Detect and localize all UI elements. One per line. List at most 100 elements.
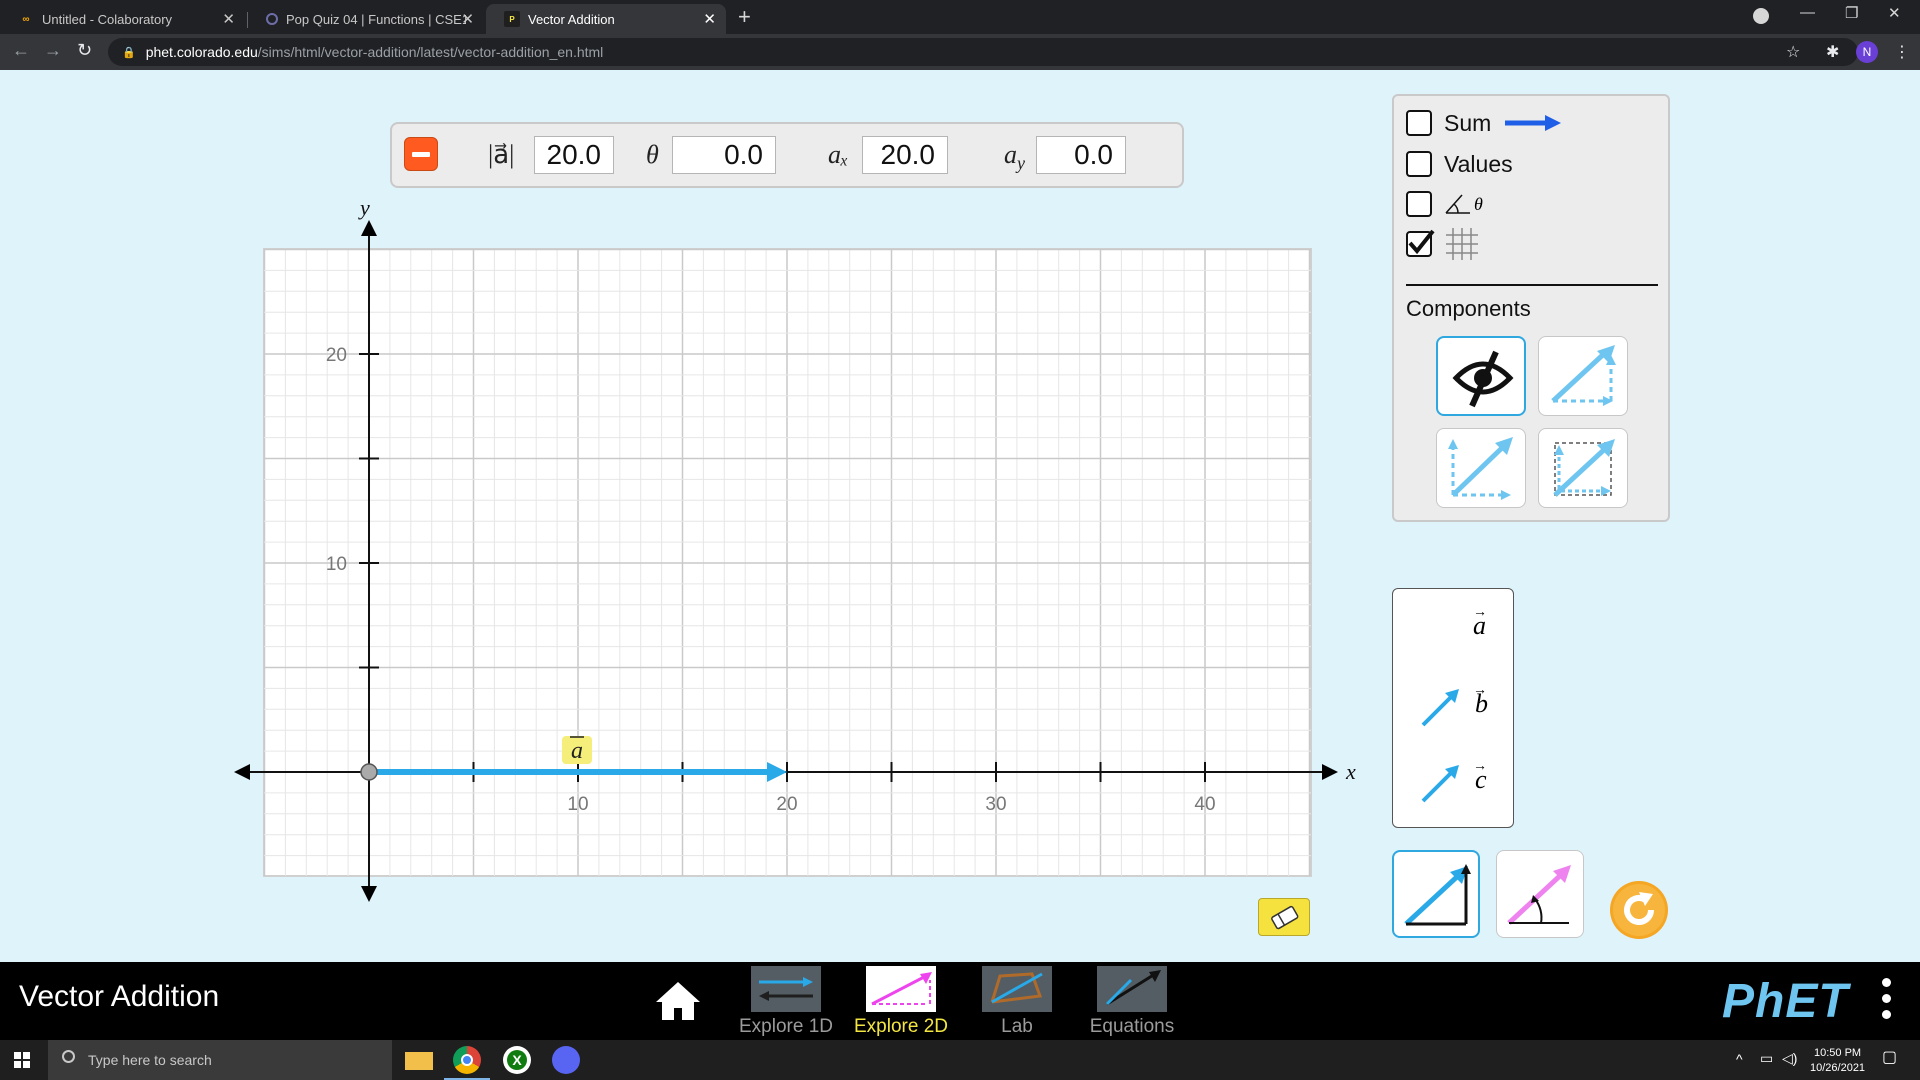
y-axis-bottom-arrowhead (361, 886, 377, 902)
network-icon[interactable]: ▭ (1760, 1051, 1773, 1066)
restore-button[interactable]: ❐ (1845, 4, 1858, 22)
address-bar: ← → ↻ 🔒 phet.colorado.edu /sims/html/vec… (0, 34, 1920, 70)
windows-taskbar: Type here to search X ^ ▭ ◁) 10:50 PM 10… (0, 1040, 1920, 1080)
phet-menu-icon[interactable] (1882, 978, 1894, 1026)
reset-button-highlight (1613, 884, 1665, 936)
new-tab-button[interactable]: + (738, 4, 751, 30)
angle-checkbox[interactable] (1406, 191, 1432, 217)
tab-pop-quiz[interactable]: Pop Quiz 04 | Functions | CSE111 ✕ (248, 4, 484, 34)
windows-start-icon[interactable] (14, 1052, 30, 1068)
components-title: Components (1406, 296, 1531, 321)
minimize-button[interactable]: — (1800, 4, 1815, 21)
components-axis-button[interactable] (1538, 428, 1628, 508)
profile-avatar[interactable]: N (1856, 41, 1878, 63)
clock[interactable]: 10:50 PM 10/26/2021 (1810, 1046, 1865, 1076)
components-parallelogram-button[interactable] (1436, 428, 1526, 508)
chrome-icon[interactable] (453, 1046, 481, 1074)
screen-explore-1d[interactable]: Explore 1D (731, 966, 841, 1038)
screen-explore-2d[interactable]: Explore 2D (846, 966, 956, 1038)
components-triangle-button[interactable] (1538, 336, 1628, 416)
volume-icon[interactable]: ◁) (1782, 1051, 1797, 1066)
reload-icon[interactable]: ↻ (77, 40, 92, 61)
search-icon (62, 1050, 75, 1063)
url-field[interactable]: 🔒 phet.colorado.edu /sims/html/vector-ad… (108, 38, 1858, 66)
cartesian-vector-button[interactable] (1392, 850, 1480, 938)
components-hidden-button[interactable] (1436, 336, 1526, 416)
x-tick-label: 10 (567, 794, 588, 815)
cartesian-vector-icon (1404, 864, 1471, 926)
x-axis-left-arrowhead (234, 764, 250, 780)
bookmark-star-icon[interactable]: ☆ (1786, 42, 1800, 62)
x-axis-right-arrowhead (1322, 764, 1338, 780)
tray-chevron-icon[interactable]: ^ (1736, 1052, 1743, 1067)
close-tab-icon[interactable]: ✕ (461, 10, 474, 28)
y-tick-label: 20 (326, 345, 347, 366)
vector-b-arrow-icon[interactable] (1419, 685, 1463, 729)
close-tab-icon[interactable]: ✕ (222, 10, 235, 28)
graph-area[interactable]: 10 20 30 40 10 20 x y a (0, 70, 1400, 962)
vector-a-slot-arrow: → (1473, 603, 1487, 619)
x-tick-label: 40 (1194, 794, 1215, 815)
equations-thumbnail (1097, 966, 1167, 1012)
components-axis-icon (1448, 437, 1513, 500)
xbox-icon[interactable]: X (503, 1046, 531, 1074)
values-checkbox-row[interactable]: Values (1406, 149, 1513, 179)
close-window-button[interactable]: ✕ (1888, 4, 1901, 22)
vector-c-arrow-icon[interactable] (1419, 761, 1463, 805)
loading-icon (266, 13, 278, 25)
sum-checkbox[interactable] (1406, 110, 1432, 136)
sim-navigation-bar: Vector Addition Explore 1D Explore 2D La… (0, 962, 1920, 1040)
vector-a-label: a (571, 738, 583, 764)
x-tick-label: 20 (776, 794, 797, 815)
screen-lab[interactable]: Lab (962, 966, 1072, 1038)
screen-label: Lab (1001, 1016, 1033, 1037)
grid-checkbox-row[interactable] (1406, 228, 1480, 260)
screen-equations[interactable]: Equations (1077, 966, 1187, 1038)
y-axis-top-arrowhead (361, 220, 377, 236)
eye-hidden-icon (1452, 350, 1514, 408)
sum-label: Sum (1444, 109, 1492, 136)
notifications-icon[interactable]: ▢ (1882, 1050, 1897, 1066)
clock-date: 10/26/2021 (1810, 1062, 1866, 1074)
lab-thumbnail (982, 966, 1052, 1012)
close-tab-icon[interactable]: ✕ (703, 10, 716, 28)
values-checkbox[interactable] (1406, 151, 1432, 177)
eraser-button[interactable] (1258, 898, 1310, 936)
grid-checkbox[interactable] (1406, 229, 1435, 257)
taskbar-search-box[interactable]: Type here to search (48, 1040, 392, 1080)
forward-arrow-icon[interactable]: → (44, 40, 62, 61)
search-placeholder: Type here to search (88, 1052, 212, 1068)
vector-c-slot-arrow: → (1473, 757, 1487, 773)
vector-a-label-tag[interactable]: a (562, 736, 592, 764)
angle-icon (1445, 194, 1470, 214)
extensions-icon[interactable]: ✱ (1826, 42, 1839, 62)
x-tick-label: 30 (985, 794, 1006, 815)
polar-vector-button[interactable] (1496, 850, 1584, 938)
clock-time: 10:50 PM (1813, 1047, 1862, 1059)
y-axis-label: y (358, 195, 370, 220)
phet-icon: P (504, 11, 520, 27)
angle-checkbox-row[interactable]: θ (1406, 189, 1483, 219)
tab-search-icon[interactable] (1753, 8, 1769, 24)
back-arrow-icon[interactable]: ← (12, 40, 30, 61)
simulation-area: |a⃗| 20.0 θ 0.0 aₓ 20.0 ay 0.0 10 20 30 40 1… (0, 70, 1920, 962)
tab-vector-addition[interactable]: P Vector Addition ✕ (486, 4, 726, 34)
phet-logo[interactable]: PhET (1722, 974, 1849, 1029)
angle-theta-symbol: θ (1474, 193, 1483, 214)
tab-colab[interactable]: ∞ Untitled - Colaboratory ✕ (0, 4, 245, 34)
discord-icon[interactable] (552, 1046, 580, 1074)
explore-2d-thumbnail (866, 966, 936, 1012)
checkmark-icon (1408, 229, 1435, 255)
browser-menu-icon[interactable]: ⋮ (1894, 42, 1910, 62)
reset-all-button[interactable] (1609, 880, 1669, 940)
sim-title: Vector Addition (19, 980, 220, 1013)
sum-checkbox-row[interactable]: Sum (1406, 108, 1563, 138)
vector-b-slot-arrow: → (1473, 681, 1487, 697)
screen-label: Explore 2D (854, 1016, 948, 1037)
file-explorer-icon[interactable] (405, 1052, 433, 1070)
url-path: /sims/html/vector-addition/latest/vector… (257, 44, 604, 60)
tab-title: Pop Quiz 04 | Functions | CSE111 (286, 11, 466, 27)
home-icon[interactable] (654, 980, 702, 1022)
sum-arrow-icon (1505, 115, 1562, 131)
y-tick-label: 10 (326, 554, 347, 575)
